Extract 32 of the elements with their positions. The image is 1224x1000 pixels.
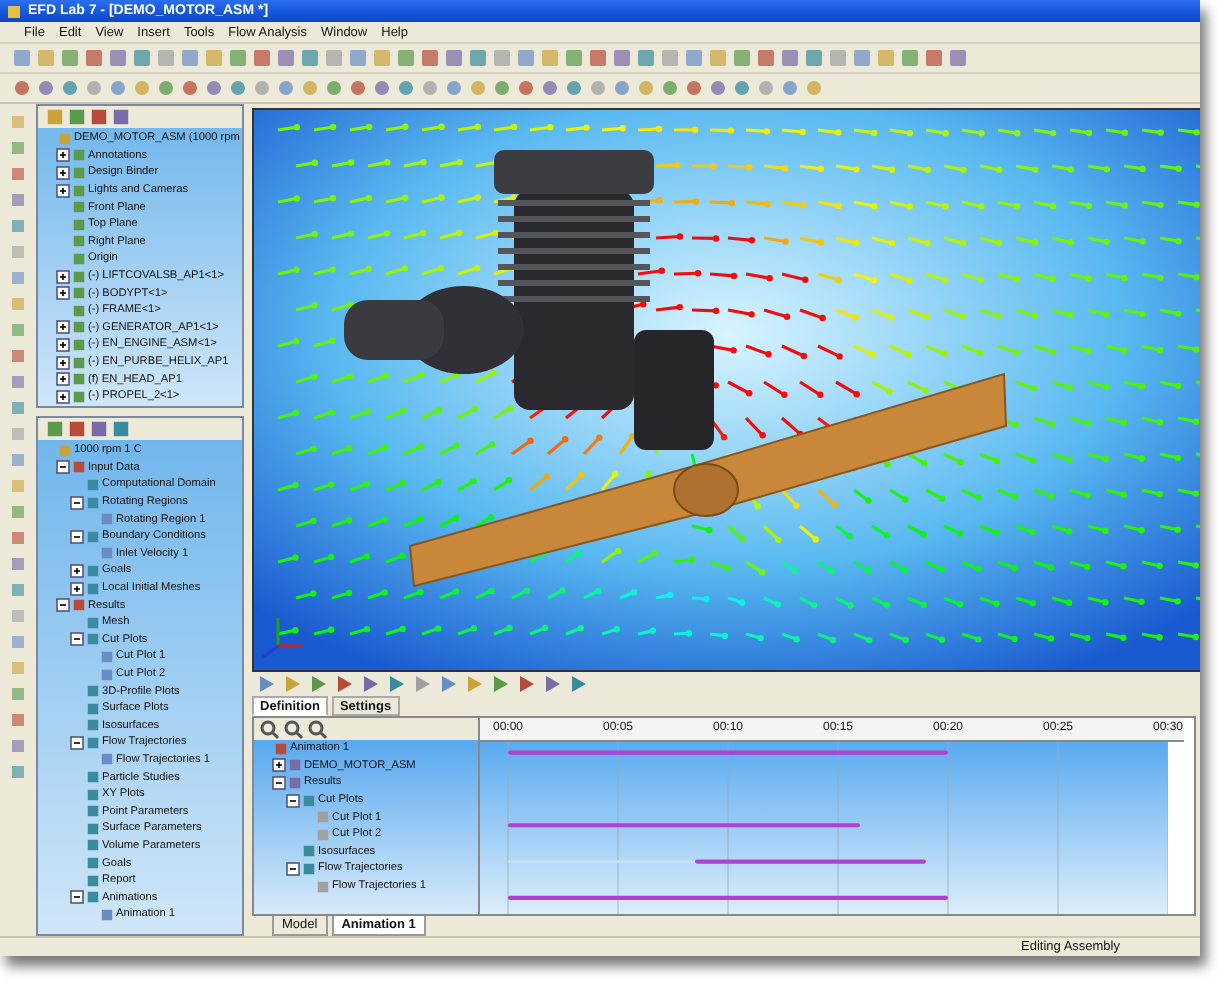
expand-toggle[interactable]: [70, 581, 84, 596]
collapse-toggle[interactable]: [70, 529, 84, 544]
timeline-bar[interactable]: [695, 859, 926, 864]
axis-triad-icon: [261, 618, 302, 660]
collapse-toggle[interactable]: [56, 598, 70, 613]
expand-toggle[interactable]: [56, 372, 70, 387]
collapse-toggle[interactable]: [286, 793, 300, 808]
expand-toggle[interactable]: [272, 758, 286, 773]
expand-toggle[interactable]: [56, 183, 70, 198]
expand-toggle[interactable]: [56, 286, 70, 301]
collapse-toggle[interactable]: [70, 890, 84, 905]
collapse-toggle[interactable]: [286, 861, 300, 876]
expand-toggle[interactable]: [56, 269, 70, 284]
tool-icon[interactable]: [308, 719, 328, 739]
app-icon: [6, 3, 22, 19]
expand-toggle[interactable]: [56, 355, 70, 370]
tool-icon[interactable]: [260, 719, 280, 739]
collapse-toggle[interactable]: [70, 735, 84, 750]
expand-toggle[interactable]: [56, 389, 70, 404]
expand-toggle[interactable]: [56, 165, 70, 180]
expand-toggle[interactable]: [56, 320, 70, 335]
timeline-bar[interactable]: [508, 895, 948, 901]
expand-toggle[interactable]: [70, 563, 84, 578]
collapse-toggle[interactable]: [56, 460, 70, 475]
collapse-toggle[interactable]: [70, 495, 84, 510]
tool-icon[interactable]: [284, 719, 304, 739]
timeline-bar[interactable]: [508, 823, 860, 828]
expand-toggle[interactable]: [56, 148, 70, 163]
node-icon: [316, 879, 330, 894]
collapse-toggle[interactable]: [70, 632, 84, 647]
expand-toggle[interactable]: [56, 337, 70, 352]
collapse-toggle[interactable]: [272, 775, 286, 790]
